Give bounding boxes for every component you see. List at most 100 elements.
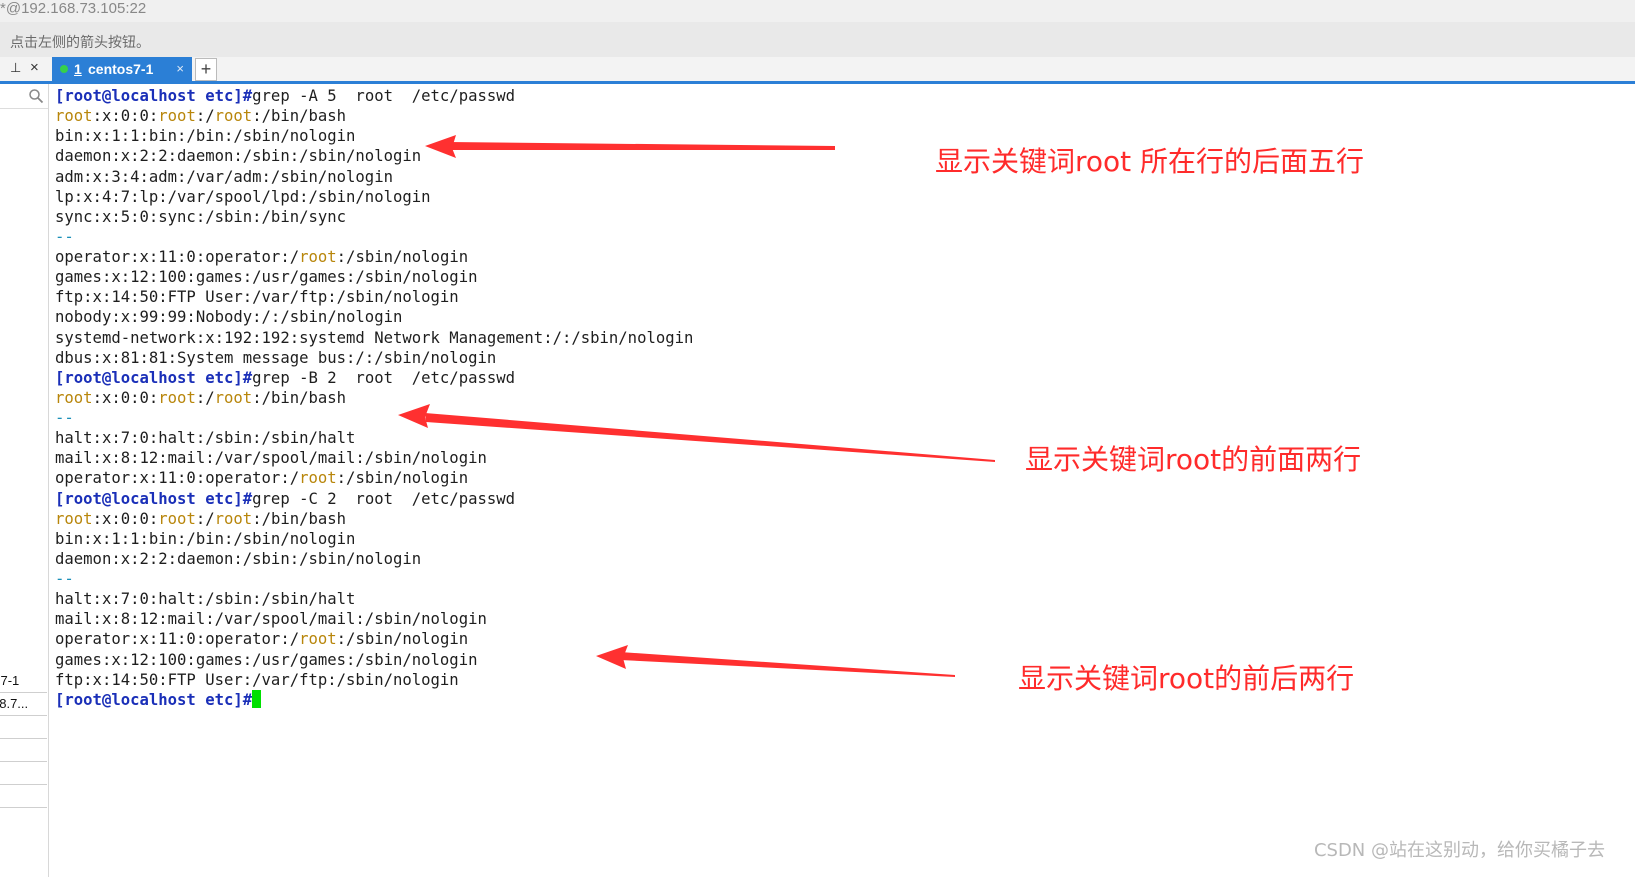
output-text: bin:x:1:1:bin:/bin:/sbin/nologin [55, 529, 356, 548]
terminal-line: operator:x:11:0:operator:/root:/sbin/nol… [55, 629, 1615, 649]
terminal-line: -- [55, 227, 1615, 247]
terminal-line: halt:x:7:0:halt:/sbin:/sbin/halt [55, 428, 1615, 448]
sidebar-item-empty[interactable] [0, 762, 47, 785]
output-text: daemon:x:2:2:daemon:/sbin:/sbin/nologin [55, 147, 422, 166]
output-text: grep -A 5 root /etc/passwd [252, 87, 516, 105]
output-text: dbus:x:81:81:System message bus:/:/sbin/… [55, 348, 497, 367]
output-text: halt:x:7:0:halt:/sbin:/sbin/halt [55, 429, 356, 448]
connected-status-icon [60, 65, 68, 73]
terminal-line: halt:x:7:0:halt:/sbin:/sbin/halt [55, 589, 1615, 609]
terminal-line: operator:x:11:0:operator:/root:/sbin/nol… [55, 468, 1615, 488]
tab-label: centos7-1 [88, 61, 154, 77]
terminal-line: root:x:0:0:root:/root:/bin/bash [55, 388, 1615, 408]
sidebar-item-host[interactable]: 68.7... [0, 693, 47, 716]
tab-number: 1 [74, 61, 82, 77]
window-title: *@192.168.73.105:22 [0, 0, 1635, 22]
match-highlight: root [55, 107, 93, 126]
match-highlight: root [214, 388, 253, 407]
tab-close-icon[interactable]: × [176, 57, 184, 81]
pin-icon[interactable]: ⊥ [10, 60, 21, 76]
terminal-line: root:x:0:0:root:/root:/bin/bash [55, 509, 1615, 529]
output-text: lp:x:4:7:lp:/var/spool/lpd:/sbin/nologin [55, 187, 431, 206]
terminal-line: -- [55, 569, 1615, 589]
terminal-line: [root@localhost etc]#grep -B 2 root /etc… [55, 368, 1615, 388]
output-text: mail:x:8:12:mail:/var/spool/mail:/sbin/n… [55, 449, 487, 468]
output-text: operator:x:11:0:operator:/ [55, 630, 300, 649]
output-text: :x:0:0: [92, 509, 159, 528]
output-text: grep -C 2 root /etc/passwd [252, 489, 516, 508]
group-separator: -- [55, 227, 74, 246]
annotation-after-lines: 显示关键词root 所在行的后面五行 [935, 145, 1365, 178]
sidebar-item-empty[interactable] [0, 785, 47, 808]
output-text: :/ [195, 388, 215, 407]
output-text: :x:0:0: [92, 107, 159, 126]
output-text: ftp:x:14:50:FTP User:/var/ftp:/sbin/nolo… [55, 670, 459, 689]
output-text: halt:x:7:0:halt:/sbin:/sbin/halt [55, 590, 356, 609]
terminal-line: daemon:x:2:2:daemon:/sbin:/sbin/nologin [55, 146, 1615, 166]
csdn-watermark: CSDN @站在这别动，给你买橘子去 [1313, 840, 1605, 861]
sidebar-item-session[interactable]: s7-1 [0, 670, 47, 693]
output-text: adm:x:3:4:adm:/var/adm:/sbin/nologin [55, 167, 393, 186]
output-text: mail:x:8:12:mail:/var/spool/mail:/sbin/n… [55, 610, 487, 629]
output-text: operator:x:11:0:operator:/ [55, 469, 300, 488]
terminal-line: ftp:x:14:50:FTP User:/var/ftp:/sbin/nolo… [55, 670, 1615, 690]
search-divider [0, 108, 48, 109]
output-text: :/sbin/nologin [336, 469, 469, 488]
tab-session[interactable]: 1 centos7-1 × [52, 57, 192, 81]
output-text: daemon:x:2:2:daemon:/sbin:/sbin/nologin [55, 549, 422, 568]
terminal-line: systemd-network:x:192:192:systemd Networ… [55, 328, 1615, 348]
terminal-line: daemon:x:2:2:daemon:/sbin:/sbin/nologin [55, 549, 1615, 569]
match-highlight: root [299, 469, 337, 488]
output-text: grep -B 2 root /etc/passwd [252, 368, 516, 387]
output-text: bin:x:1:1:bin:/bin:/sbin/nologin [55, 127, 356, 146]
sidebar-item-empty[interactable] [0, 739, 47, 762]
search-icon[interactable] [28, 88, 44, 104]
output-text: games:x:12:100:games:/usr/games:/sbin/no… [55, 268, 478, 287]
tab-bar: ⊥ × 1 centos7-1 × + [0, 57, 1635, 84]
terminal-line: dbus:x:81:81:System message bus:/:/sbin/… [55, 348, 1615, 368]
output-text: :x:0:0: [92, 388, 159, 407]
terminal-line: games:x:12:100:games:/usr/games:/sbin/no… [55, 267, 1615, 287]
terminal-line: operator:x:11:0:operator:/root:/sbin/nol… [55, 247, 1615, 267]
match-highlight: root [158, 509, 196, 528]
output-text: :/bin/bash [252, 107, 347, 126]
session-sidebar: s7-1 68.7... [0, 84, 49, 877]
output-text: games:x:12:100:games:/usr/games:/sbin/no… [55, 650, 478, 669]
output-text: operator:x:11:0:operator:/ [55, 248, 300, 266]
terminal-line: [root@localhost etc]#grep -A 5 root /etc… [55, 86, 1615, 106]
shell-prompt: [root@localhost etc]# [55, 87, 253, 105]
match-highlight: root [214, 107, 253, 126]
shell-prompt: [root@localhost etc]# [55, 489, 253, 508]
match-highlight: root [55, 388, 93, 407]
output-text: :/bin/bash [252, 509, 347, 528]
terminal-line: bin:x:1:1:bin:/bin:/sbin/nologin [55, 126, 1615, 146]
terminal-line: games:x:12:100:games:/usr/games:/sbin/no… [55, 650, 1615, 670]
annotation-context-lines: 显示关键词root的前后两行 [1018, 662, 1355, 695]
output-text: sync:x:5:0:sync:/sbin:/bin/sync [55, 207, 347, 226]
sidebar-item-empty[interactable] [0, 716, 47, 739]
output-text: :/ [195, 107, 215, 126]
hint-bar: 点击左侧的箭头按钮。 [0, 22, 1635, 57]
terminal-line: ftp:x:14:50:FTP User:/var/ftp:/sbin/nolo… [55, 287, 1615, 307]
output-text: :/sbin/nologin [336, 630, 469, 649]
terminal-output[interactable]: [root@localhost etc]#grep -A 5 root /etc… [55, 86, 1615, 786]
terminal-line: bin:x:1:1:bin:/bin:/sbin/nologin [55, 529, 1615, 549]
match-highlight: root [299, 248, 337, 266]
terminal-cursor[interactable] [252, 689, 262, 708]
output-text: systemd-network:x:192:192:systemd Networ… [55, 328, 694, 347]
close-panel-icon[interactable]: × [30, 59, 39, 76]
match-highlight: root [158, 388, 196, 407]
new-tab-button[interactable]: + [195, 58, 217, 81]
match-highlight: root [214, 509, 253, 528]
group-separator: -- [55, 409, 74, 427]
terminal-line: nobody:x:99:99:Nobody:/:/sbin/nologin [55, 307, 1615, 327]
output-text: ftp:x:14:50:FTP User:/var/ftp:/sbin/nolo… [55, 288, 459, 307]
output-text: :/bin/bash [252, 388, 347, 407]
terminal-line: lp:x:4:7:lp:/var/spool/lpd:/sbin/nologin [55, 187, 1615, 207]
terminal-line: mail:x:8:12:mail:/var/spool/mail:/sbin/n… [55, 609, 1615, 629]
output-text: :/sbin/nologin [336, 248, 469, 266]
terminal-line: [root@localhost etc]# [55, 689, 1615, 710]
shell-prompt: [root@localhost etc]# [55, 368, 253, 387]
terminal-line: -- [55, 408, 1615, 428]
terminal-line: root:x:0:0:root:/root:/bin/bash [55, 106, 1615, 126]
